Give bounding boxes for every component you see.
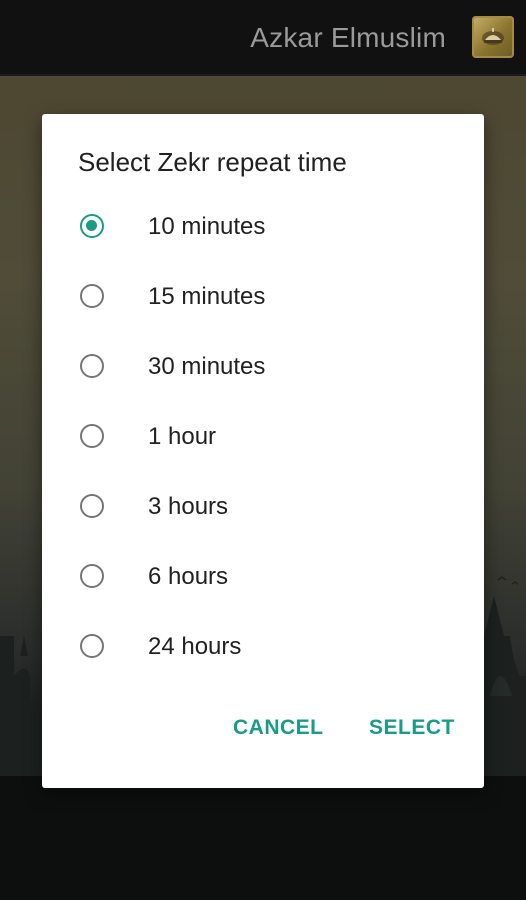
option-label: 10 minutes [148,213,266,240]
option-3-hours[interactable]: 3 hours [42,473,484,543]
option-10-minutes[interactable]: 10 minutes [42,193,484,263]
repeat-time-dialog: Select Zekr repeat time 10 minutes 15 mi… [42,114,484,788]
option-label: 24 hours [148,633,242,660]
screen: Azkar Elmuslim Select Zekr repeat time 1… [0,0,526,900]
radio-button[interactable] [80,494,104,518]
radio-button[interactable] [80,424,104,448]
option-6-hours[interactable]: 6 hours [42,543,484,613]
select-button[interactable]: SELECT [369,716,455,740]
radio-button[interactable] [80,634,104,658]
app-bar: Azkar Elmuslim [0,0,526,76]
option-label: 1 hour [148,423,217,450]
mosque-logo-icon[interactable] [472,16,514,58]
radio-button[interactable] [80,354,104,378]
option-24-hours[interactable]: 24 hours [42,613,484,683]
option-30-minutes[interactable]: 30 minutes [42,333,484,403]
option-label: 3 hours [148,493,229,520]
radio-button[interactable] [80,564,104,588]
option-1-hour[interactable]: 1 hour [42,403,484,473]
option-label: 6 hours [148,563,229,590]
dialog-title: Select Zekr repeat time [78,147,347,177]
app-title: Azkar Elmuslim [250,22,446,53]
option-15-minutes[interactable]: 15 minutes [42,263,484,333]
option-label: 30 minutes [148,353,266,380]
cancel-button[interactable]: CANCEL [233,716,324,740]
radio-button[interactable] [80,214,104,238]
option-label: 15 minutes [148,283,266,310]
radio-button[interactable] [80,284,104,308]
